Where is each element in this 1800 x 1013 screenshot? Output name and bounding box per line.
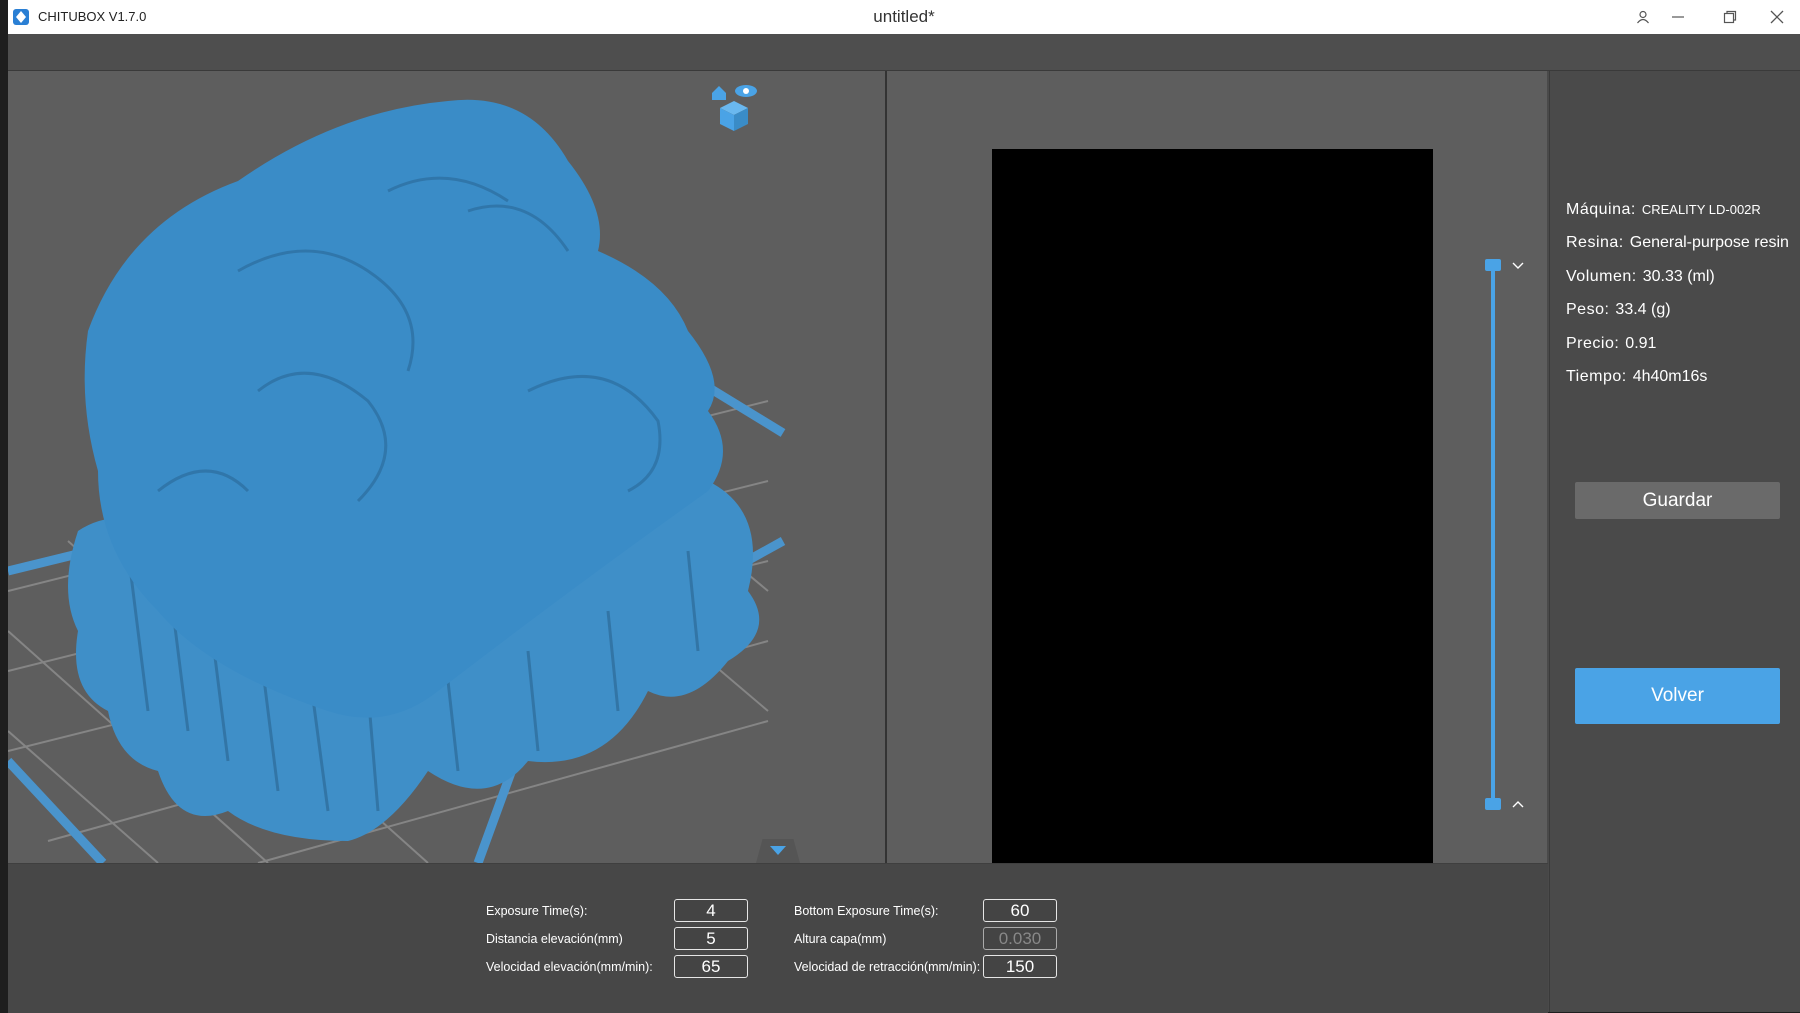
info-machine: Máquina: CREALITY LD-002R xyxy=(1566,201,1761,219)
back-button[interactable]: Volver xyxy=(1575,668,1780,724)
weight-label: Peso: xyxy=(1566,301,1610,318)
desktop-edge xyxy=(0,0,8,1012)
restore-icon xyxy=(1723,10,1737,24)
info-volume: Volumen: 30.33 (ml) xyxy=(1566,268,1715,286)
volume-label: Volumen: xyxy=(1566,268,1637,285)
lift-speed-label: Velocidad elevación(mm/min): xyxy=(486,960,653,974)
price-value: 0.91 xyxy=(1625,335,1657,352)
minimize-button[interactable] xyxy=(1655,0,1701,34)
user-icon xyxy=(1637,10,1649,24)
layer-height-input: 0.030 xyxy=(983,927,1057,950)
save-button[interactable]: Guardar xyxy=(1575,482,1780,519)
bottom-exposure-time-input[interactable]: 60 xyxy=(983,899,1057,922)
info-weight: Peso: 33.4 (g) xyxy=(1566,301,1671,319)
document-title: untitled* xyxy=(873,7,935,26)
slice-preview-image xyxy=(992,149,1433,863)
title-bar: CHITUBOX V1.7.0 untitled* xyxy=(8,0,1800,34)
machine-value: CREALITY LD-002R xyxy=(1641,202,1761,217)
info-sidebar: Máquina: CREALITY LD-002R Resina: General-… xyxy=(1549,71,1800,1012)
time-label: Tiempo: xyxy=(1566,368,1627,385)
info-resin: Resina: General-purpose resin xyxy=(1566,234,1789,252)
view-cube-icon[interactable] xyxy=(708,79,760,135)
price-label: Precio: xyxy=(1566,335,1620,352)
machine-label: Máquina: xyxy=(1566,201,1636,218)
slice-preview-panel xyxy=(887,71,1547,863)
layer-slider-top-handle[interactable] xyxy=(1485,259,1501,271)
layer-height-label: Altura capa(mm) xyxy=(794,932,887,946)
triangle-down-icon xyxy=(770,846,786,855)
volume-value: 30.33 (ml) xyxy=(1642,268,1715,285)
app-window: CHITUBOX V1.7.0 untitled* Máquina: CREAL… xyxy=(8,0,1800,1013)
time-value: 4h40m16s xyxy=(1632,368,1708,385)
close-button[interactable] xyxy=(1754,0,1800,34)
info-time: Tiempo: 4h40m16s xyxy=(1566,368,1707,386)
toolbar xyxy=(8,34,1800,71)
lift-distance-input[interactable]: 5 xyxy=(674,927,748,950)
retract-speed-input[interactable]: 150 xyxy=(983,955,1057,978)
retract-speed-label: Velocidad de retracción(mm/min): xyxy=(794,960,981,974)
bottom-exposure-time-label: Bottom Exposure Time(s): xyxy=(794,904,939,918)
resin-label: Resina: xyxy=(1566,234,1624,251)
exposure-time-input[interactable]: 4 xyxy=(674,899,748,922)
layer-slider[interactable] xyxy=(1491,265,1495,809)
info-price: Precio: 0.91 xyxy=(1566,335,1656,353)
chevron-down-icon[interactable] xyxy=(1512,261,1524,271)
home-icon[interactable] xyxy=(712,86,726,100)
lift-distance-label: Distancia elevación(mm) xyxy=(486,932,623,946)
collapse-params-button[interactable] xyxy=(756,839,800,863)
restore-button[interactable] xyxy=(1707,0,1753,34)
resin-value: General-purpose resin xyxy=(1629,234,1789,251)
eye-icon[interactable] xyxy=(735,85,757,97)
3d-viewport[interactable] xyxy=(8,71,885,863)
exposure-time-label: Exposure Time(s): xyxy=(486,904,588,918)
close-icon xyxy=(1770,10,1784,24)
build-plate-scene xyxy=(8,99,786,863)
layer-slider-bottom-handle[interactable] xyxy=(1485,798,1501,810)
lift-speed-input[interactable]: 65 xyxy=(674,955,748,978)
weight-value: 33.4 (g) xyxy=(1615,301,1671,318)
chevron-up-icon[interactable] xyxy=(1512,799,1524,809)
minimize-icon xyxy=(1672,16,1684,18)
print-params-panel: Exposure Time(s): 4 Bottom Exposure Time… xyxy=(8,863,1548,1013)
